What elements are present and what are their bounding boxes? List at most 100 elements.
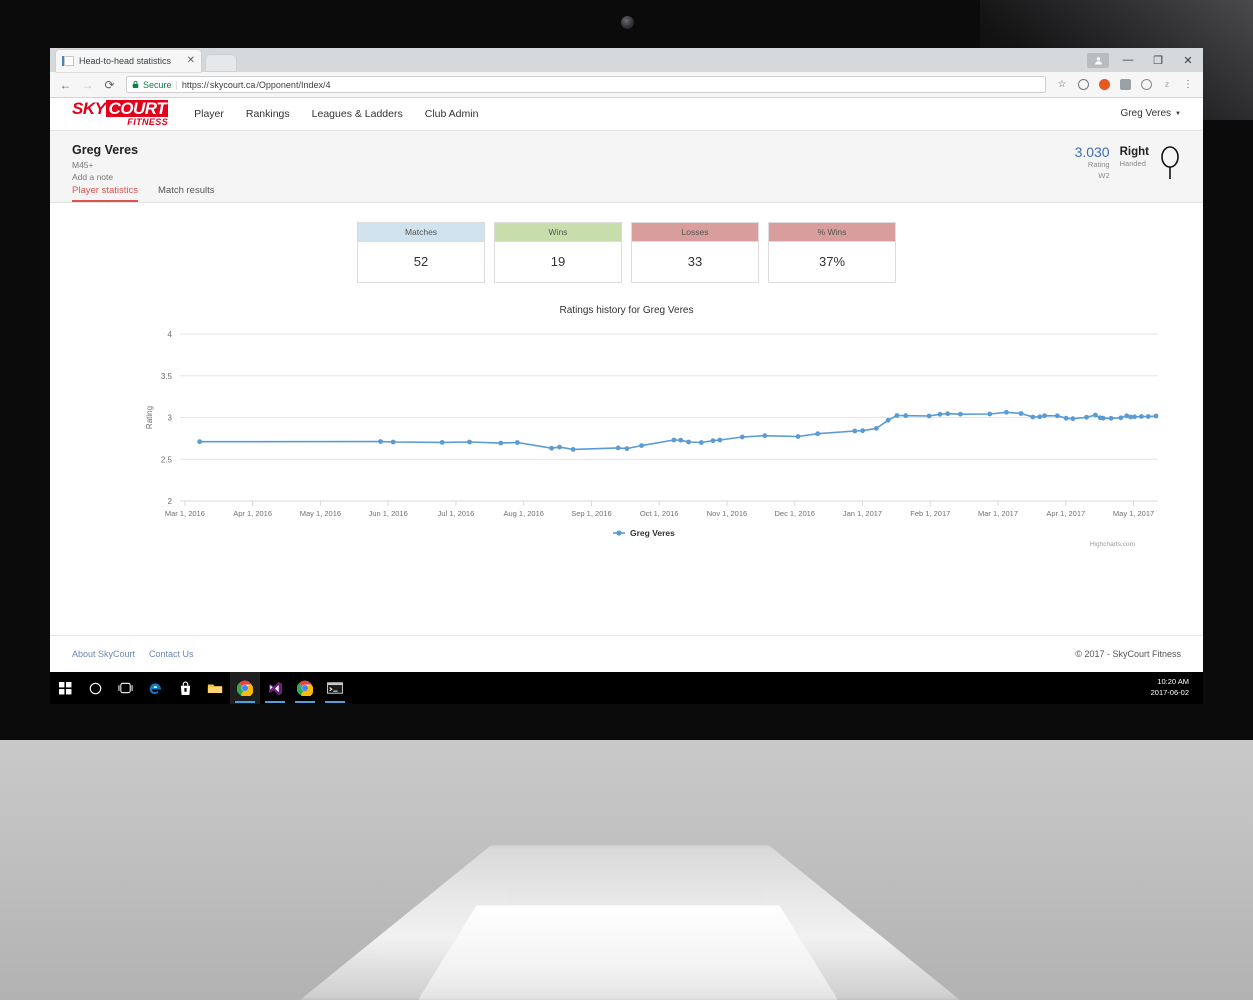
stat-label-losses: Losses: [632, 223, 758, 242]
taskbar-clock[interactable]: 10:20 AM 2017-06-02: [1151, 677, 1189, 699]
chart-title: Ratings history for Greg Veres: [559, 305, 694, 316]
console-icon[interactable]: [320, 672, 350, 704]
task-view-icon[interactable]: [110, 672, 140, 704]
chrome-browser-window: Head-to-head statistics ✕ — ❐ ✕ ← → ⟳ Se…: [50, 48, 1203, 672]
extension-pocket-icon[interactable]: [1116, 76, 1134, 94]
svg-text:Sep 1, 2016: Sep 1, 2016: [571, 509, 611, 518]
stat-card-pct-wins: % Wins 37%: [768, 222, 896, 283]
cortana-search-icon[interactable]: [80, 672, 110, 704]
footer-links: About SkyCourt Contact Us: [72, 649, 194, 659]
stat-value-losses: 33: [687, 254, 703, 269]
stat-value-pct-wins: 37%: [818, 254, 846, 269]
footer-link-contact[interactable]: Contact Us: [149, 649, 194, 659]
lock-icon: [132, 80, 139, 88]
svg-text:Greg Veres: Greg Veres: [630, 528, 675, 538]
edge-icon[interactable]: [140, 672, 170, 704]
stat-value-wins: 19: [550, 254, 566, 269]
windows-taskbar: 10:20 AM 2017-06-02: [50, 672, 1203, 704]
chrome-icon-2[interactable]: [290, 672, 320, 704]
user-menu-label: Greg Veres: [1120, 108, 1172, 119]
extension-z-icon[interactable]: z: [1158, 76, 1176, 94]
url-host: skycourt.ca: [209, 79, 256, 90]
add-a-note-link[interactable]: Add a note: [72, 172, 1181, 182]
svg-text:Aug 1, 2016: Aug 1, 2016: [503, 509, 543, 518]
file-explorer-icon[interactable]: [200, 672, 230, 704]
rating-sub-label: W2: [1098, 170, 1110, 180]
new-tab-button[interactable]: [206, 55, 236, 71]
star-icon[interactable]: ☆: [1053, 76, 1071, 94]
chrome-menu-icon[interactable]: ⋮: [1179, 76, 1197, 94]
visual-studio-icon[interactable]: [260, 672, 290, 704]
svg-text:Jul 1, 2016: Jul 1, 2016: [438, 509, 475, 518]
tab-player-statistics[interactable]: Player statistics: [72, 185, 138, 202]
window-close-button[interactable]: ✕: [1173, 48, 1203, 72]
task-view-glyph-icon: [117, 682, 133, 694]
rating-label: Rating: [1087, 160, 1110, 170]
windows-logo-icon: [58, 681, 71, 694]
terminal-icon: [327, 682, 343, 694]
tab-favicon-icon: [62, 56, 74, 66]
footer-copyright: © 2017 - SkyCourt Fitness: [1075, 648, 1181, 659]
logo-court-text: COURT: [106, 99, 169, 118]
handedness-label: Handed: [1119, 159, 1146, 169]
browser-tab[interactable]: Head-to-head statistics ✕: [56, 50, 201, 72]
profile-avatar-icon[interactable]: [1087, 52, 1109, 68]
visual-studio-glyph-icon: [268, 681, 282, 695]
svg-text:Jan 1, 2017: Jan 1, 2017: [843, 509, 882, 518]
forward-button[interactable]: →: [78, 75, 97, 94]
svg-text:Apr 1, 2017: Apr 1, 2017: [1046, 509, 1085, 518]
reload-button[interactable]: ⟳: [100, 75, 119, 94]
nav-item-rankings[interactable]: Rankings: [246, 108, 290, 120]
svg-text:2.5: 2.5: [161, 455, 173, 464]
site-navbar: SKY COURT FITNESS Player Rankings League…: [50, 98, 1203, 130]
omnibox-separator: |: [175, 79, 178, 90]
svg-text:3: 3: [168, 414, 173, 423]
user-menu-button[interactable]: Greg Veres ▼: [1120, 108, 1181, 119]
person-icon: [1094, 56, 1102, 64]
folder-icon: [207, 684, 223, 693]
svg-text:Mar 1, 2016: Mar 1, 2016: [165, 509, 205, 518]
svg-text:2: 2: [168, 497, 173, 506]
window-maximize-button[interactable]: ❐: [1143, 48, 1173, 72]
svg-text:Oct 1, 2016: Oct 1, 2016: [640, 509, 679, 518]
extension-block-icon[interactable]: [1095, 76, 1113, 94]
store-icon[interactable]: [170, 672, 200, 704]
url-scheme: https://: [181, 79, 209, 90]
chart-plot: 2 2.5 3 3.5 4 Rating Mar 1, 2016 Apr 1, 2016 May…: [145, 330, 1159, 538]
stat-card-losses: Losses 33: [631, 222, 759, 283]
back-button[interactable]: ←: [56, 75, 75, 94]
primary-nav: Player Rankings Leagues & Ladders Club A…: [194, 108, 478, 120]
svg-text:Rating: Rating: [145, 406, 154, 429]
chevron-down-icon: ▼: [1175, 110, 1181, 117]
nav-item-leagues-ladders[interactable]: Leagues & Ladders: [312, 108, 403, 120]
browser-toolbar: ← → ⟳ Secure | https:// skycourt.ca /Opp…: [50, 72, 1203, 98]
page-content: SKY COURT FITNESS Player Rankings League…: [50, 98, 1203, 671]
footer-link-about[interactable]: About SkyCourt: [72, 649, 135, 659]
address-bar[interactable]: Secure | https:// skycourt.ca /Opponent/…: [126, 76, 1046, 93]
chrome-glyph-icon-2: [297, 680, 313, 696]
chart-credits: Highcharts.com: [1089, 541, 1135, 548]
webcam-icon: [621, 16, 634, 29]
stat-card-wins: Wins 19: [494, 222, 622, 283]
nav-item-player[interactable]: Player: [194, 108, 224, 120]
rating-column: 3.030 Rating W2: [1075, 144, 1110, 181]
extension-shield-icon[interactable]: [1074, 76, 1092, 94]
player-header: Greg Veres M45+ Add a note 3.030 Rating …: [50, 130, 1203, 203]
start-icon[interactable]: [50, 672, 80, 704]
nav-item-club-admin[interactable]: Club Admin: [425, 108, 479, 120]
tab-close-icon[interactable]: ✕: [187, 56, 195, 66]
window-minimize-button[interactable]: —: [1113, 48, 1143, 72]
edge-glyph-icon: [149, 682, 161, 694]
svg-text:3.5: 3.5: [161, 372, 173, 381]
chrome-icon[interactable]: [230, 672, 260, 704]
desktop-scene: Head-to-head statistics ✕ — ❐ ✕ ← → ⟳ Se…: [0, 0, 1253, 1000]
chrome-glyph-icon: [237, 680, 253, 696]
extension-circle-icon[interactable]: [1137, 76, 1155, 94]
svg-text:Dec 1, 2016: Dec 1, 2016: [775, 509, 815, 518]
svg-text:Nov 1, 2016: Nov 1, 2016: [707, 509, 747, 518]
tab-match-results[interactable]: Match results: [158, 185, 215, 202]
tab-title: Head-to-head statistics: [79, 56, 172, 66]
skycourt-logo[interactable]: SKY COURT FITNESS: [72, 99, 169, 127]
svg-text:May 1, 2017: May 1, 2017: [1113, 509, 1154, 518]
shopping-bag-icon: [180, 681, 190, 695]
